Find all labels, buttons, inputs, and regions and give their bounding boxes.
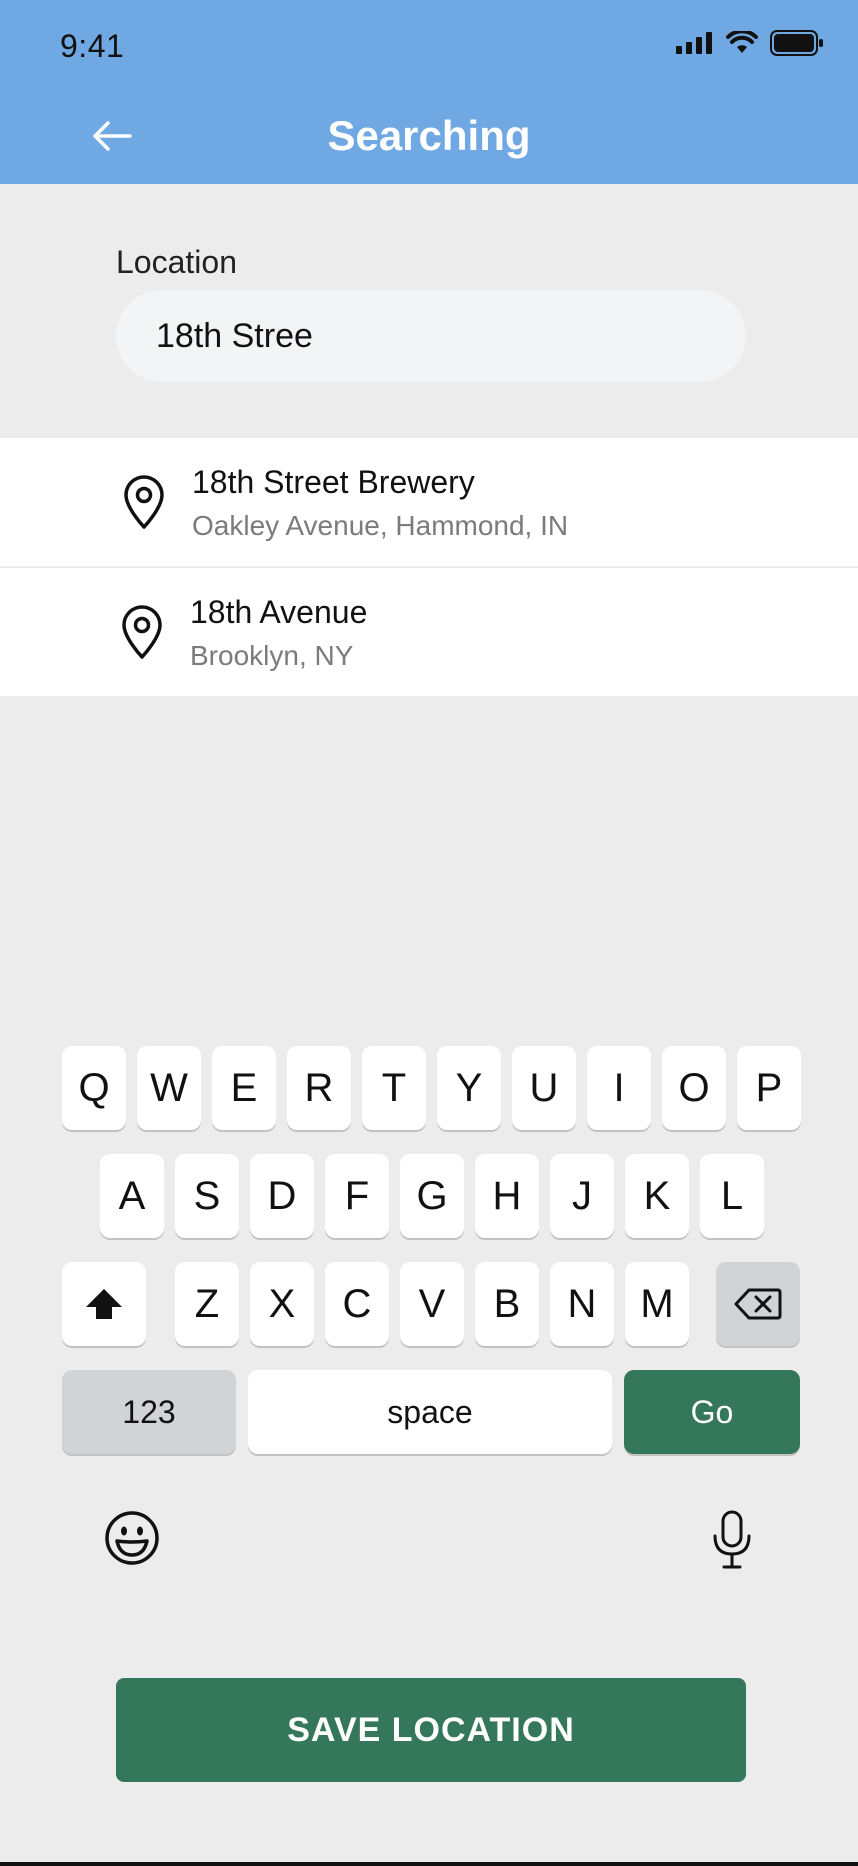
key-r[interactable]: R [287,1046,351,1130]
emoji-button[interactable] [104,1510,160,1566]
key-z[interactable]: Z [175,1262,239,1346]
key-a[interactable]: A [100,1154,164,1238]
status-time: 9:41 [60,28,125,64]
key-k[interactable]: K [625,1154,689,1238]
key-u[interactable]: U [512,1046,576,1130]
location-pin-icon [122,605,162,659]
key-o[interactable]: O [662,1046,726,1130]
status-icons [676,30,824,56]
key-c[interactable]: C [325,1262,389,1346]
signal-icon [676,32,712,54]
key-j[interactable]: J [550,1154,614,1238]
location-pin-icon [124,475,164,529]
numbers-key[interactable]: 123 [62,1370,236,1454]
key-l[interactable]: L [700,1154,764,1238]
wifi-icon [726,31,758,53]
key-t[interactable]: T [362,1046,426,1130]
save-location-button[interactable]: SAVE LOCATION [116,1678,746,1782]
key-e[interactable]: E [212,1046,276,1130]
microphone-icon [713,1510,751,1569]
battery-icon [770,30,823,56]
key-g[interactable]: G [400,1154,464,1238]
microphone-button[interactable] [712,1510,752,1570]
location-input[interactable]: 18th Stree [116,290,746,382]
shift-key[interactable] [62,1262,146,1346]
emoji-icon [105,1511,159,1565]
page-title: Searching [327,112,531,159]
key-y[interactable]: Y [437,1046,501,1130]
key-p[interactable]: P [737,1046,801,1130]
result-address: Brooklyn, NY [190,640,354,671]
key-x[interactable]: X [250,1262,314,1346]
backspace-icon [734,1288,782,1320]
key-n[interactable]: N [550,1262,614,1346]
backspace-key[interactable] [716,1262,800,1346]
key-h[interactable]: H [475,1154,539,1238]
result-name: 18th Avenue [190,594,368,630]
location-label: Location [116,244,237,280]
go-key[interactable]: Go [624,1370,800,1454]
key-f[interactable]: F [325,1154,389,1238]
result-address: Oakley Avenue, Hammond, IN [192,510,569,541]
key-i[interactable]: I [587,1046,651,1130]
key-m[interactable]: M [625,1262,689,1346]
app-header: 9:41 Searching [0,0,858,184]
space-key[interactable]: space [248,1370,612,1454]
result-item[interactable]: 18th Avenue Brooklyn, NY [0,568,858,696]
bottom-divider [0,1862,858,1866]
key-q[interactable]: Q [62,1046,126,1130]
key-s[interactable]: S [175,1154,239,1238]
key-d[interactable]: D [250,1154,314,1238]
key-w[interactable]: W [137,1046,201,1130]
result-item[interactable]: 18th Street Brewery Oakley Avenue, Hammo… [0,438,858,566]
result-name: 18th Street Brewery [192,464,475,500]
shift-icon [86,1289,122,1319]
key-v[interactable]: V [400,1262,464,1346]
key-b[interactable]: B [475,1262,539,1346]
